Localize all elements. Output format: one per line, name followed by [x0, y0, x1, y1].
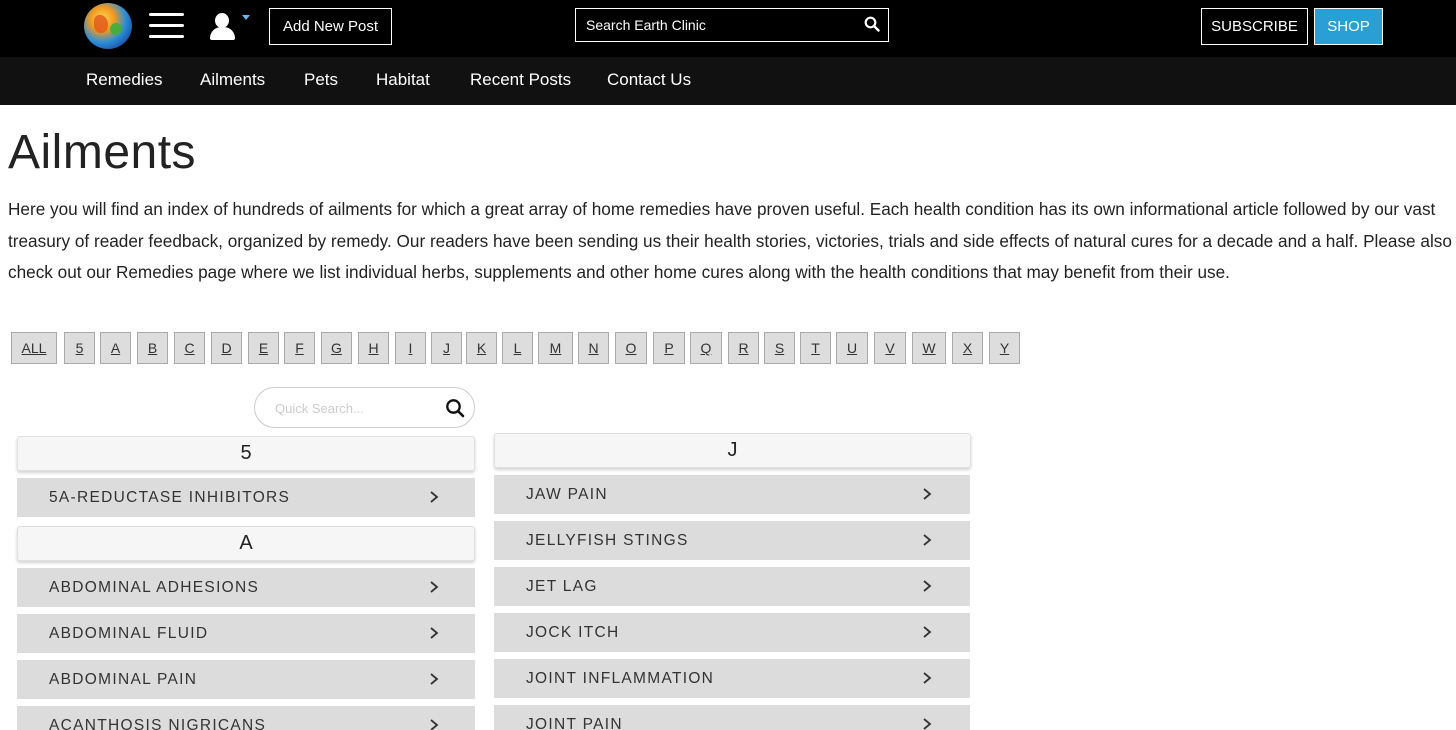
nav-pets[interactable]: Pets [304, 70, 338, 90]
letter-filter-f[interactable]: F [284, 332, 315, 364]
chevron-right-icon [923, 672, 932, 684]
letter-filter-r[interactable]: R [728, 332, 759, 364]
chevron-right-icon [430, 581, 439, 593]
ailment-label: JAW PAIN [526, 485, 608, 503]
shop-button[interactable]: SHOP [1314, 8, 1383, 45]
nav-habitat[interactable]: Habitat [376, 70, 430, 90]
group-heading-5: 5 [17, 436, 475, 471]
letter-filter-u[interactable]: U [836, 332, 868, 364]
intro-paragraph: Here you will find an index of hundreds … [8, 199, 1452, 282]
site-search-input[interactable] [586, 15, 846, 35]
chevron-right-icon [430, 673, 439, 685]
letter-filter-b[interactable]: B [137, 332, 168, 364]
letter-filter-o[interactable]: O [615, 332, 647, 364]
user-account-icon[interactable] [208, 11, 252, 43]
quick-search-input[interactable] [275, 399, 435, 417]
ailment-label: JOINT INFLAMMATION [526, 669, 715, 687]
letter-filter-y[interactable]: Y [989, 332, 1020, 364]
ailment-item[interactable]: JOINT INFLAMMATION [494, 659, 970, 698]
ailment-item[interactable]: 5A-REDUCTASE INHIBITORS [17, 478, 475, 517]
ailment-item[interactable]: ACANTHOSIS NIGRICANS [17, 706, 475, 730]
letter-filter-l[interactable]: L [502, 332, 533, 364]
letter-filter-5[interactable]: 5 [64, 332, 95, 364]
group-heading-j: J [494, 433, 971, 468]
letter-filter-x[interactable]: X [952, 332, 983, 364]
letter-filter-w[interactable]: W [912, 332, 946, 364]
ailment-label: JET LAG [526, 577, 598, 595]
letter-filter-h[interactable]: H [358, 332, 389, 364]
ailment-item[interactable]: JAW PAIN [494, 475, 970, 514]
menu-bar [149, 13, 184, 16]
chevron-right-icon [430, 627, 439, 639]
site-search-box [575, 8, 889, 42]
ailment-item[interactable]: JET LAG [494, 567, 970, 606]
add-new-post-button[interactable]: Add New Post [269, 8, 392, 45]
ailment-item[interactable]: ABDOMINAL ADHESIONS [17, 568, 475, 607]
group-heading-a: A [17, 526, 475, 561]
nav-ailments[interactable]: Ailments [200, 70, 265, 90]
user-body-shape [210, 27, 235, 40]
main-nav: Remedies Ailments Pets Habitat Recent Po… [0, 57, 1456, 105]
menu-bar [149, 24, 184, 27]
letter-filter-p[interactable]: P [653, 332, 685, 364]
ailment-label: 5A-REDUCTASE INHIBITORS [49, 488, 291, 506]
letter-filter-k[interactable]: K [466, 332, 497, 364]
chevron-right-icon [430, 719, 439, 730]
subscribe-button[interactable]: SUBSCRIBE [1201, 8, 1308, 45]
search-icon[interactable] [864, 16, 880, 32]
chevron-right-icon [923, 580, 932, 592]
ailment-label: JOCK ITCH [526, 623, 620, 641]
nav-remedies[interactable]: Remedies [86, 70, 163, 90]
page-title: Ailments [8, 126, 197, 179]
letter-filter-c[interactable]: C [174, 332, 205, 364]
chevron-right-icon [923, 534, 932, 546]
nav-recent-posts[interactable]: Recent Posts [470, 70, 571, 90]
nav-contact-us[interactable]: Contact Us [607, 70, 691, 90]
ailment-label: JOINT PAIN [526, 715, 623, 730]
letter-filter-d[interactable]: D [211, 332, 242, 364]
quick-search-box [254, 387, 475, 428]
ailment-label: ACANTHOSIS NIGRICANS [49, 716, 267, 730]
ailment-column-right: J JAW PAIN JELLYFISH STINGS JET LAG JOCK… [494, 433, 971, 730]
ailment-item[interactable]: JOINT PAIN [494, 705, 970, 730]
letter-filter-q[interactable]: Q [690, 332, 722, 364]
top-bar: Add New Post SUBSCRIBE SHOP [0, 0, 1456, 57]
letter-filter-j[interactable]: J [431, 332, 462, 364]
ailment-item[interactable]: ABDOMINAL PAIN [17, 660, 475, 699]
search-icon[interactable] [445, 398, 465, 418]
letter-filter-t[interactable]: T [800, 332, 831, 364]
logo-land-shape [110, 23, 122, 35]
chevron-right-icon [923, 488, 932, 500]
chevron-right-icon [430, 491, 439, 503]
letter-filter-i[interactable]: I [395, 332, 426, 364]
letter-filter-e[interactable]: E [248, 332, 279, 364]
letter-filter-g[interactable]: G [321, 332, 352, 364]
chevron-right-icon [923, 626, 932, 638]
ailment-item[interactable]: JOCK ITCH [494, 613, 970, 652]
letter-filter-v[interactable]: V [874, 332, 906, 364]
letter-filter-n[interactable]: N [578, 332, 609, 364]
caret-down-icon [242, 15, 250, 20]
hamburger-menu-icon[interactable] [149, 13, 184, 39]
ailment-label: ABDOMINAL ADHESIONS [49, 578, 260, 596]
logo-land-shape [94, 15, 108, 33]
letter-filter-a[interactable]: A [100, 332, 131, 364]
letter-filter-s[interactable]: S [764, 332, 795, 364]
ailment-column-left: 5 5A-REDUCTASE INHIBITORS A ABDOMINAL AD… [17, 436, 475, 730]
menu-bar [149, 35, 184, 38]
ailment-label: ABDOMINAL PAIN [49, 670, 198, 688]
user-head-shape [215, 13, 229, 28]
chevron-right-icon [923, 718, 932, 730]
letter-filter-all[interactable]: ALL [11, 332, 57, 364]
earth-globe-logo-icon[interactable] [84, 3, 132, 49]
ailment-item[interactable]: ABDOMINAL FLUID [17, 614, 475, 653]
ailment-label: ABDOMINAL FLUID [49, 624, 209, 642]
ailment-item[interactable]: JELLYFISH STINGS [494, 521, 970, 560]
ailment-label: JELLYFISH STINGS [526, 531, 689, 549]
letter-filter-m[interactable]: M [538, 332, 573, 364]
